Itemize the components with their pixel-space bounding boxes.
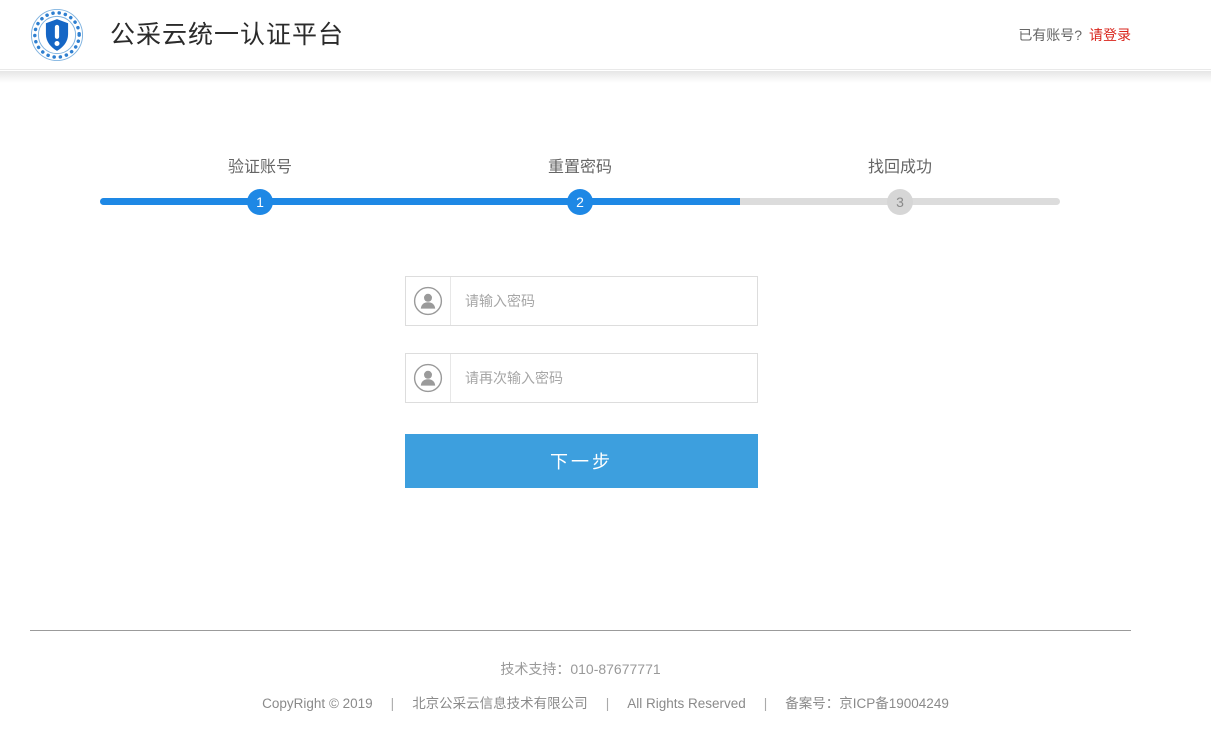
user-icon — [406, 354, 451, 402]
footer-divider — [30, 630, 1131, 631]
footer-separator: | — [606, 696, 610, 711]
icp-number: 备案号：京ICP备19004249 — [785, 696, 949, 711]
account-hint: 已有账号? — [1018, 27, 1082, 43]
copyright-line: CopyRight © 2019 | 北京公采云信息技术有限公司 | All Right… — [0, 692, 1211, 712]
step-circle-1: 1 — [247, 189, 273, 215]
next-step-button[interactable]: 下一步 — [405, 434, 758, 488]
step-label-verify-account: 验证账号 — [100, 153, 420, 177]
login-link[interactable]: 请登录 — [1089, 27, 1131, 43]
step-label-reset-password: 重置密码 — [420, 153, 740, 177]
tech-support-text: 技术支持：010-87677771 — [30, 659, 1131, 679]
step-progress: 验证账号 重置密码 找回成功 1 2 3 — [100, 145, 1060, 220]
company-name: 北京公采云信息技术有限公司 — [412, 696, 588, 711]
confirm-password-field-group — [405, 353, 758, 403]
confirm-password-input[interactable] — [451, 354, 757, 402]
platform-logo-icon — [30, 8, 84, 62]
page-title: 公采云统一认证平台 — [110, 0, 344, 70]
password-field-group — [405, 276, 758, 326]
step-label-recover-success: 找回成功 — [740, 153, 1060, 177]
footer-separator: | — [764, 696, 768, 711]
rights-text: All Rights Reserved — [627, 696, 746, 711]
password-input[interactable] — [451, 277, 757, 325]
step-circle-2: 2 — [567, 189, 593, 215]
header-right: 已有账号? 请登录 — [1018, 0, 1131, 70]
user-icon — [406, 277, 451, 325]
copyright-text: CopyRight © 2019 — [262, 696, 373, 711]
progress-fill — [100, 198, 740, 205]
footer-separator: | — [391, 696, 395, 711]
header: 公采云统一认证平台 已有账号? 请登录 — [0, 0, 1211, 70]
step-circle-3: 3 — [887, 189, 913, 215]
